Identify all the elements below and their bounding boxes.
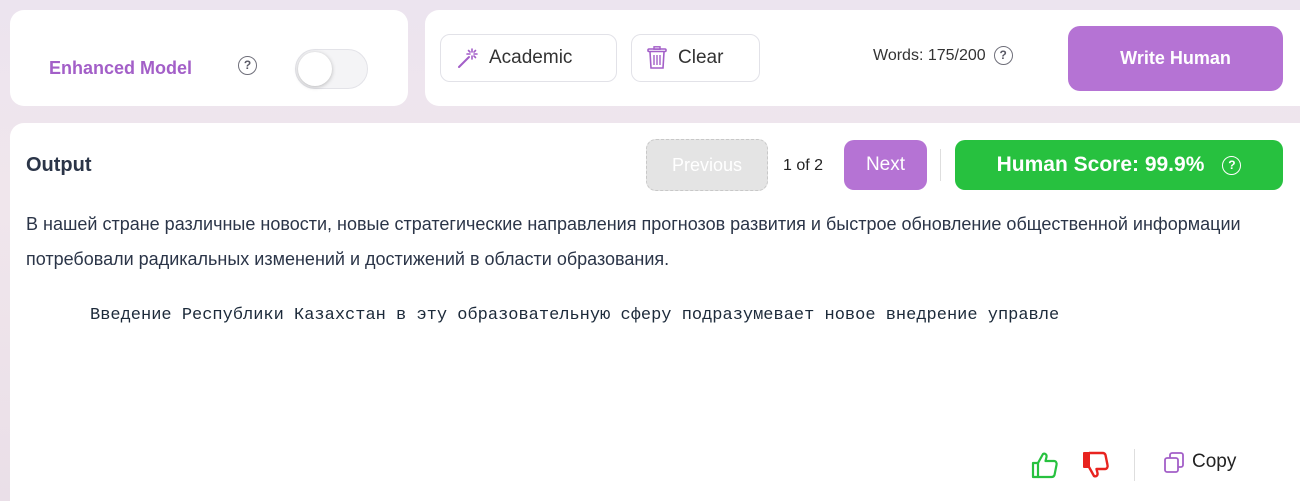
- output-paragraph: В нашей стране различные новости, новые …: [26, 214, 1241, 269]
- academic-label: Academic: [489, 47, 573, 68]
- divider: [1134, 449, 1135, 481]
- copy-icon: [1164, 452, 1184, 473]
- word-count-label: Words: 175/200: [873, 46, 986, 64]
- trash-icon: [647, 46, 667, 69]
- next-button[interactable]: Next: [844, 140, 927, 190]
- output-title: Output: [26, 154, 92, 176]
- output-card: Output Previous 1 of 2 Next Human Score:…: [10, 123, 1300, 501]
- clear-label: Clear: [678, 47, 724, 68]
- previous-button[interactable]: Previous: [646, 139, 768, 191]
- academic-button[interactable]: Academic: [440, 34, 617, 82]
- copy-button[interactable]: Copy: [1162, 450, 1236, 474]
- divider: [940, 149, 941, 181]
- word-count: Words: 175/200 ?: [873, 46, 1013, 65]
- magic-wand-icon: [458, 48, 478, 68]
- help-icon[interactable]: ?: [993, 46, 1013, 65]
- help-icon[interactable]: ?: [1222, 155, 1242, 175]
- output-code-line: Введение Республики Казахстан в эту обра…: [90, 306, 1060, 325]
- thumbs-down-icon[interactable]: [1081, 450, 1111, 480]
- human-score-label: Human Score: 99.9%: [996, 153, 1205, 176]
- enhanced-model-toggle[interactable]: [295, 49, 368, 89]
- enhanced-model-card: Enhanced Model ?: [10, 10, 408, 106]
- copy-label: Copy: [1192, 451, 1237, 472]
- help-icon[interactable]: ?: [238, 56, 257, 75]
- enhanced-model-label: Enhanced Model: [49, 58, 193, 78]
- toolbar-card: Academic Clear Words: 175/200 ? Write Hu…: [425, 10, 1300, 106]
- write-human-button[interactable]: Write Human: [1068, 26, 1283, 91]
- clear-button[interactable]: Clear: [631, 34, 760, 82]
- page-indicator: 1 of 2: [783, 157, 824, 174]
- toggle-knob: [298, 52, 332, 86]
- thumbs-up-icon[interactable]: [1030, 450, 1060, 480]
- human-score-badge: Human Score: 99.9% ?: [955, 140, 1283, 190]
